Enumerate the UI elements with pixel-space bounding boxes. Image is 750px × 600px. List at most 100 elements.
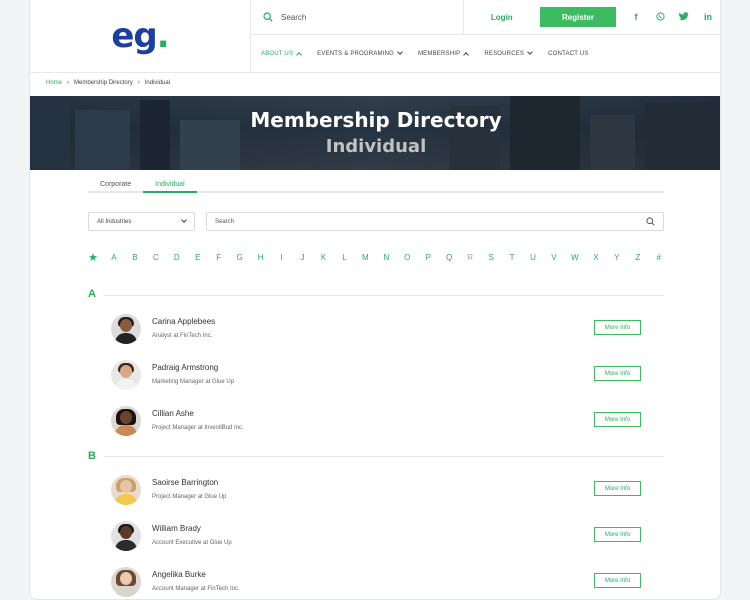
search-icon <box>263 12 273 22</box>
hero-banner: Membership Directory Individual <box>30 96 720 170</box>
letter-n[interactable]: N <box>381 253 391 262</box>
register-button[interactable]: Register <box>539 7 617 27</box>
member-name[interactable]: Saoirse Barrington <box>152 478 218 487</box>
hero-subtitle: Individual <box>325 136 427 157</box>
section-divider <box>104 295 664 296</box>
member-name[interactable]: Angelika Burke <box>152 570 206 579</box>
letter-s[interactable]: S <box>486 253 496 262</box>
chevron-up-icon <box>296 51 303 58</box>
letter-r[interactable]: R <box>465 253 475 262</box>
breadcrumb-directory[interactable]: Membership Directory <box>74 80 133 86</box>
more-info-button[interactable]: More Info <box>594 412 641 427</box>
letter-e[interactable]: E <box>193 253 203 262</box>
tab-individual[interactable]: Individual <box>143 178 197 193</box>
page-frame: eg. Search Login Register f in ABOUT US … <box>29 0 721 600</box>
header-divider <box>30 72 720 73</box>
main-nav: ABOUT US EVENTS & PROGRAMING MEMBERSHIP … <box>251 35 720 72</box>
letter-q[interactable]: Q <box>444 253 454 262</box>
nav-contact-us[interactable]: CONTACT US <box>548 51 588 57</box>
letter-u[interactable]: U <box>528 253 538 262</box>
member-role: Account Manager at FinTech Inc. <box>152 586 240 592</box>
member-role: Marketing Manager at Glue Up <box>152 379 235 385</box>
member-role: Analyst at FinTech Inc. <box>152 333 213 339</box>
chevron-up-icon <box>463 51 470 58</box>
member-row: Padraig Armstrong Marketing Manager at G… <box>111 360 641 392</box>
more-info-button[interactable]: More Info <box>594 320 641 335</box>
chevron-down-icon <box>397 49 403 55</box>
industry-select[interactable]: All Industries <box>88 212 195 231</box>
top-bar: Search Login Register f in <box>251 0 720 35</box>
letter-t[interactable]: T <box>507 253 517 262</box>
directory-tabs: Corporate Individual <box>88 178 664 193</box>
letter-y[interactable]: Y <box>612 253 622 262</box>
facebook-icon[interactable]: f <box>624 12 648 22</box>
letter-v[interactable]: V <box>549 253 559 262</box>
member-row: Cillian Ashe Project Manager at InvestiB… <box>111 406 641 438</box>
member-name[interactable]: Padraig Armstrong <box>152 363 218 372</box>
avatar[interactable] <box>111 406 141 436</box>
letter-h[interactable]: H <box>256 253 266 262</box>
directory-search-input[interactable]: Search <box>206 212 664 231</box>
member-row: Saoirse Barrington Project Manager at Gl… <box>111 475 641 507</box>
member-name[interactable]: William Brady <box>152 524 201 533</box>
star-icon[interactable]: ★ <box>88 251 98 264</box>
letter-b[interactable]: B <box>130 253 140 262</box>
more-info-button[interactable]: More Info <box>594 527 641 542</box>
social-links: f in <box>616 0 720 34</box>
letter-p[interactable]: P <box>423 253 433 262</box>
more-info-button[interactable]: More Info <box>594 573 641 588</box>
nav-resources[interactable]: RESOURCES <box>484 49 533 57</box>
member-row: Carina Applebees Analyst at FinTech Inc.… <box>111 314 641 346</box>
breadcrumb: Home › Membership Directory › Individual <box>46 80 170 86</box>
avatar[interactable] <box>111 314 141 344</box>
breadcrumb-home[interactable]: Home <box>46 80 62 86</box>
letter-a[interactable]: A <box>109 253 119 262</box>
chevron-right-icon: › <box>137 80 140 86</box>
breadcrumb-current: Individual <box>144 80 171 86</box>
member-role: Project Manager at Glue Up <box>152 494 227 500</box>
directory-search-placeholder: Search <box>215 218 235 225</box>
more-info-button[interactable]: More Info <box>594 481 641 496</box>
letter-g[interactable]: G <box>235 253 245 262</box>
member-role: Account Executive at Glue Up <box>152 540 232 546</box>
member-name[interactable]: Carina Applebees <box>152 317 215 326</box>
avatar[interactable] <box>111 475 141 505</box>
letter-d[interactable]: D <box>172 253 182 262</box>
letter-hash[interactable]: # <box>654 253 664 262</box>
avatar[interactable] <box>111 360 141 390</box>
linkedin-icon[interactable]: in <box>696 12 720 22</box>
letter-c[interactable]: C <box>151 253 161 262</box>
letter-j[interactable]: J <box>298 253 308 262</box>
alphabet-filter: ★ A B C D E F G H I J K L M N O P Q R S … <box>88 251 664 264</box>
letter-w[interactable]: W <box>570 253 580 262</box>
letter-k[interactable]: K <box>318 253 328 262</box>
member-role: Project Manager at InvestiBud Inc. <box>152 425 244 431</box>
login-button[interactable]: Login <box>464 0 540 34</box>
letter-x[interactable]: X <box>591 253 601 262</box>
letter-o[interactable]: O <box>402 253 412 262</box>
avatar[interactable] <box>111 567 141 597</box>
tab-corporate[interactable]: Corporate <box>88 178 143 193</box>
chevron-right-icon: › <box>67 80 70 86</box>
nav-events[interactable]: EVENTS & PROGRAMING <box>317 49 403 57</box>
letter-l[interactable]: L <box>339 253 349 262</box>
member-name[interactable]: Cillian Ashe <box>152 409 194 418</box>
nav-membership[interactable]: MEMBERSHIP <box>418 51 470 58</box>
letter-i[interactable]: I <box>277 253 287 262</box>
chevron-down-icon <box>181 217 187 223</box>
logo-area[interactable]: eg. <box>30 0 251 72</box>
nav-about-us[interactable]: ABOUT US <box>261 51 303 58</box>
twitter-icon[interactable] <box>672 11 696 23</box>
letter-f[interactable]: F <box>214 253 224 262</box>
header-search[interactable]: Search <box>251 0 464 34</box>
header-search-label: Search <box>281 12 307 22</box>
logo[interactable]: eg. <box>111 16 169 56</box>
letter-z[interactable]: Z <box>633 253 643 262</box>
avatar[interactable] <box>111 521 141 551</box>
letter-m[interactable]: M <box>360 253 370 262</box>
search-icon <box>646 217 655 226</box>
more-info-button[interactable]: More Info <box>594 366 641 381</box>
member-row: William Brady Account Executive at Glue … <box>111 521 641 553</box>
hero-title: Membership Directory <box>250 108 502 132</box>
whatsapp-icon[interactable] <box>648 11 672 23</box>
